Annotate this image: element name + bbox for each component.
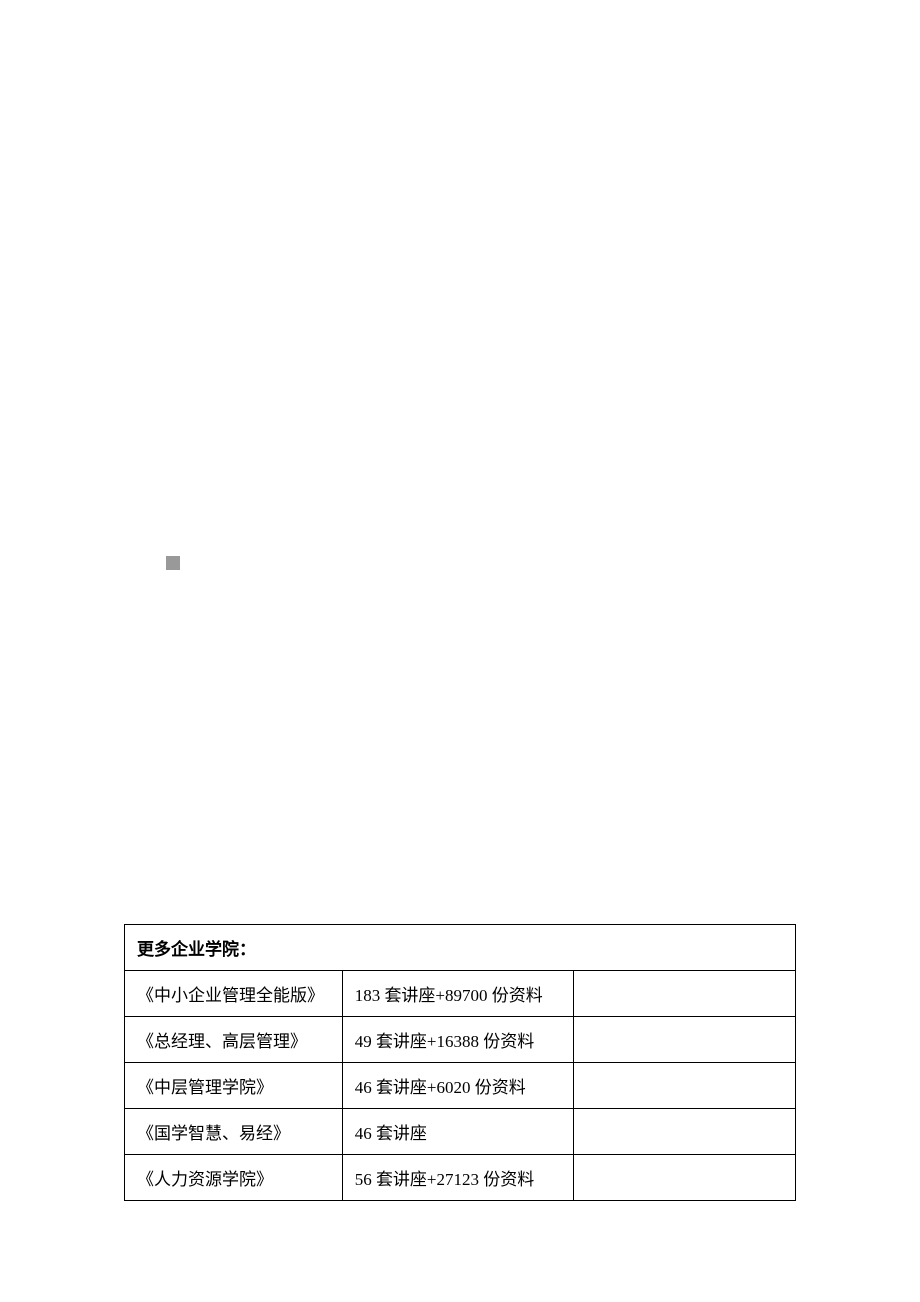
course-extra-cell: [574, 1017, 796, 1063]
square-bullet-icon: [166, 556, 180, 570]
course-extra-cell: [574, 1155, 796, 1201]
course-extra-cell: [574, 971, 796, 1017]
table-row: 《国学智慧、易经》 46 套讲座: [125, 1109, 796, 1155]
course-detail-cell: 183 套讲座+89700 份资料: [342, 971, 574, 1017]
course-extra-cell: [574, 1109, 796, 1155]
course-detail-cell: 46 套讲座+6020 份资料: [342, 1063, 574, 1109]
course-detail-cell: 49 套讲座+16388 份资料: [342, 1017, 574, 1063]
table-row: 《中层管理学院》 46 套讲座+6020 份资料: [125, 1063, 796, 1109]
course-extra-cell: [574, 1063, 796, 1109]
course-detail-cell: 46 套讲座: [342, 1109, 574, 1155]
course-table-container: 更多企业学院： 《中小企业管理全能版》 183 套讲座+89700 份资料 《总…: [124, 924, 796, 1201]
table-header-cell: 更多企业学院：: [125, 925, 796, 971]
course-name-cell: 《国学智慧、易经》: [125, 1109, 343, 1155]
course-detail-cell: 56 套讲座+27123 份资料: [342, 1155, 574, 1201]
table-row: 《人力资源学院》 56 套讲座+27123 份资料: [125, 1155, 796, 1201]
course-name-cell: 《中层管理学院》: [125, 1063, 343, 1109]
course-name-cell: 《总经理、高层管理》: [125, 1017, 343, 1063]
table-header-row: 更多企业学院：: [125, 925, 796, 971]
course-name-cell: 《中小企业管理全能版》: [125, 971, 343, 1017]
course-name-cell: 《人力资源学院》: [125, 1155, 343, 1201]
table-row: 《中小企业管理全能版》 183 套讲座+89700 份资料: [125, 971, 796, 1017]
table-row: 《总经理、高层管理》 49 套讲座+16388 份资料: [125, 1017, 796, 1063]
course-table: 更多企业学院： 《中小企业管理全能版》 183 套讲座+89700 份资料 《总…: [124, 924, 796, 1201]
